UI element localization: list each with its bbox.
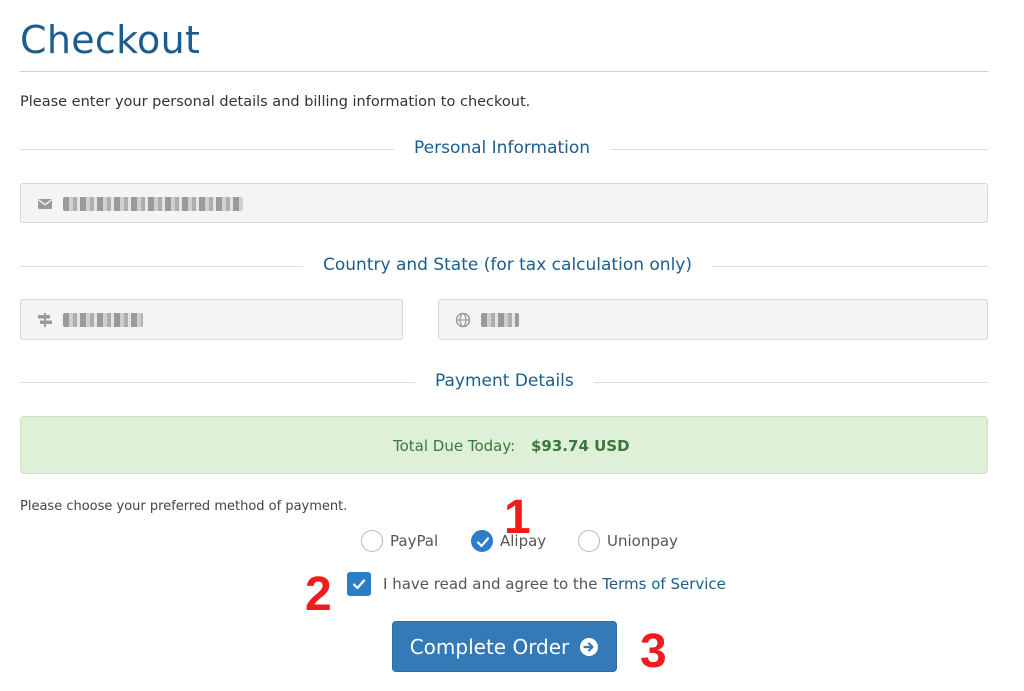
section-header-payment: Payment Details [20,371,988,393]
page-title: Checkout [20,18,201,62]
total-due-label: Total Due Today: [393,437,516,455]
section-header-personal: Personal Information [20,138,988,160]
intro-text: Please enter your personal details and b… [20,94,531,110]
complete-order-label: Complete Order [409,634,570,659]
radio-alipay[interactable] [471,530,493,552]
country-field[interactable] [438,299,988,340]
section-title-location: Country and State (for tax calculation o… [303,255,712,275]
total-due-amount: $93.74 USD [531,437,630,455]
section-title-personal: Personal Information [394,138,611,158]
check-icon [352,579,366,590]
section-title-payment: Payment Details [415,371,594,391]
radio-paypal[interactable] [361,530,383,552]
annotation-step-1: 1 [504,491,531,544]
country-value-redacted [481,313,519,327]
state-field[interactable] [20,299,403,340]
email-field[interactable] [20,183,988,223]
annotation-step-3: 3 [640,625,667,678]
radio-unionpay[interactable] [578,530,600,552]
state-value-redacted [63,313,143,327]
signpost-icon [38,313,52,327]
complete-order-button[interactable]: Complete Order [392,621,617,672]
email-value-redacted [63,197,243,211]
terms-of-service-link[interactable]: Terms of Service [602,575,726,593]
radio-label-paypal[interactable]: PayPal [390,532,438,550]
total-due-banner: Total Due Today: $93.74 USD [20,416,988,474]
terms-agreement-text: I have read and agree to the Terms of Se… [383,575,726,593]
arrow-circle-right-icon [580,637,599,656]
payment-method-prompt: Please choose your preferred method of p… [20,499,348,514]
globe-icon [455,312,471,328]
terms-checkbox[interactable] [347,572,371,596]
section-header-location: Country and State (for tax calculation o… [20,255,988,277]
title-divider [20,71,988,72]
annotation-step-2: 2 [305,568,332,621]
terms-agreement-label: I have read and agree to the [383,575,603,593]
check-icon [476,537,490,548]
radio-label-unionpay[interactable]: Unionpay [607,532,678,550]
envelope-icon [38,199,52,209]
